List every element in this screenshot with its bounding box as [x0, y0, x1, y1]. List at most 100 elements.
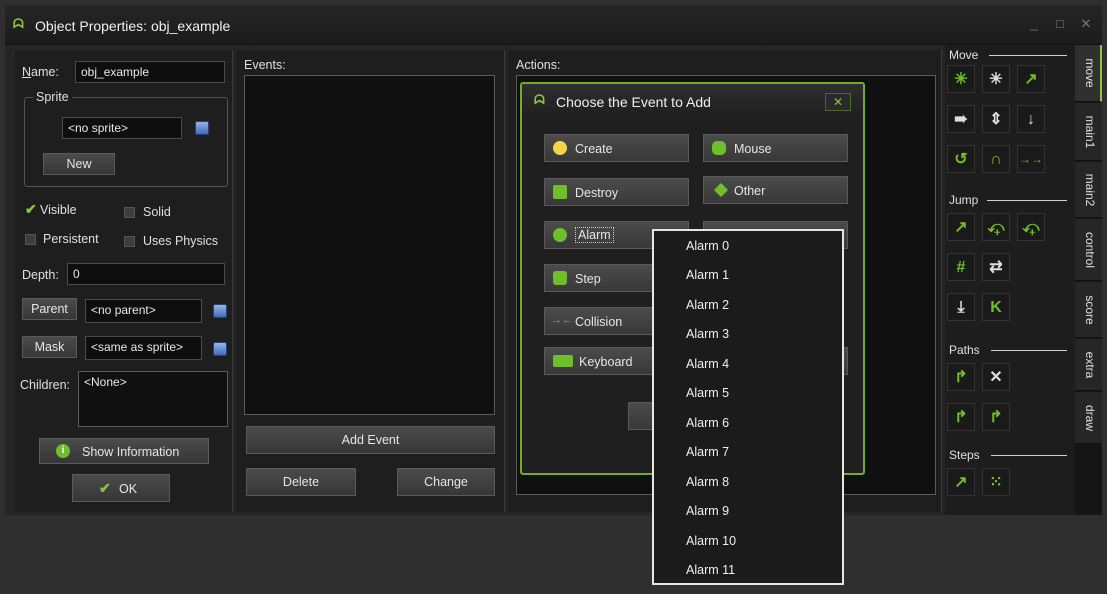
path-speed-icon[interactable]: ↱: [982, 403, 1010, 431]
gravity-icon[interactable]: ↓: [1017, 105, 1045, 133]
tab-control[interactable]: control: [1075, 219, 1102, 281]
uses-physics-label: Uses Physics: [143, 234, 219, 248]
app-logo-icon: ᗣ: [13, 16, 24, 31]
reverse-horizontal-icon[interactable]: ↺: [947, 145, 975, 173]
name-input[interactable]: obj_example: [75, 61, 225, 83]
persistent-label: Persistent: [43, 232, 99, 246]
destroy-event-button[interactable]: Destroy: [544, 178, 689, 206]
path-position-icon[interactable]: ↱: [947, 403, 975, 431]
tab-main2[interactable]: main2: [1075, 162, 1102, 218]
set-path-icon[interactable]: ↱: [947, 363, 975, 391]
tab-extra-label: extra: [1083, 351, 1097, 378]
alarm-menu-item[interactable]: Alarm 1: [686, 268, 729, 282]
mouse-event-button[interactable]: Mouse: [703, 134, 848, 162]
jump-to-start-icon[interactable]: ⤽: [982, 213, 1010, 241]
change-event-button[interactable]: Change: [397, 468, 495, 496]
step-label: Step: [575, 272, 601, 286]
parent-picker-icon[interactable]: [213, 304, 227, 318]
speed-vertical-icon[interactable]: ⇕: [982, 105, 1010, 133]
new-sprite-button[interactable]: New: [43, 153, 115, 175]
uses-physics-checkbox[interactable]: [124, 236, 135, 247]
alarm-menu-item[interactable]: Alarm 8: [686, 475, 729, 489]
keyboard-icon: [553, 355, 573, 367]
end-path-icon[interactable]: ✕: [982, 363, 1010, 391]
add-event-button[interactable]: Add Event: [246, 426, 495, 454]
move-towards-icon[interactable]: ↗: [1017, 65, 1045, 93]
parent-button[interactable]: Parent: [22, 298, 77, 320]
alarm-menu-item[interactable]: Alarm 7: [686, 445, 729, 459]
show-information-button[interactable]: i Show Information: [39, 438, 209, 464]
properties-panel: Name: obj_example Sprite <no sprite> New…: [15, 50, 233, 512]
step-towards-icon[interactable]: ↗: [947, 468, 975, 496]
alarm-menu-item[interactable]: Alarm 2: [686, 298, 729, 312]
align-to-grid-icon[interactable]: #: [947, 253, 975, 281]
alarm-menu-item[interactable]: Alarm 9: [686, 504, 729, 518]
tab-main2-label: main2: [1083, 173, 1097, 206]
sprite-field[interactable]: <no sprite>: [62, 117, 182, 139]
alarm-menu-item[interactable]: Alarm 0: [686, 239, 729, 253]
friction-icon[interactable]: →→: [1017, 145, 1045, 173]
tab-main1[interactable]: main1: [1075, 103, 1102, 161]
tab-extra[interactable]: extra: [1075, 339, 1102, 391]
action-tabs: move main1 main2 control score extra dra…: [1075, 45, 1102, 515]
step-avoiding-icon[interactable]: ⁙: [982, 468, 1010, 496]
children-list[interactable]: <None>: [78, 371, 228, 427]
parent-field[interactable]: <no parent>: [85, 299, 202, 323]
mask-button[interactable]: Mask: [22, 336, 77, 358]
solid-checkbox[interactable]: [124, 207, 135, 218]
mask-picker-icon[interactable]: [213, 342, 227, 356]
dialog-title: Choose the Event to Add: [556, 94, 711, 110]
steps-section-label: Steps: [949, 448, 980, 462]
collision-arrows-icon: →←: [551, 314, 573, 326]
destroy-label: Destroy: [575, 186, 619, 200]
lightbulb-icon: [553, 141, 567, 155]
events-list[interactable]: [244, 75, 495, 415]
persistent-checkbox[interactable]: [25, 234, 36, 245]
depth-input[interactable]: 0: [67, 263, 225, 285]
tab-control-label: control: [1083, 231, 1097, 268]
window-title: Object Properties: obj_example: [35, 18, 231, 34]
reverse-vertical-icon[interactable]: ∩: [982, 145, 1010, 173]
move-free-icon[interactable]: ✳: [982, 65, 1010, 93]
sprite-picker-icon[interactable]: [195, 121, 209, 135]
create-event-button[interactable]: Create: [544, 134, 689, 162]
alarm-menu-item[interactable]: Alarm 4: [686, 357, 729, 371]
alarm-menu-item[interactable]: Alarm 6: [686, 416, 729, 430]
alarm-menu-item[interactable]: Alarm 5: [686, 386, 729, 400]
wrap-screen-icon[interactable]: ⇄: [982, 253, 1010, 281]
other-event-button[interactable]: Other: [703, 176, 848, 204]
actions-label: Actions:: [516, 58, 561, 72]
jump-section-label: Jump: [949, 193, 979, 207]
dialog-title-bar: ᗣ Choose the Event to Add ✕: [522, 84, 863, 116]
action-library-panel: Move ✳ ✳ ↗ ➠ ⇕ ↓ ↺ ∩ →→ Jump ↗ ⤽ ⤽ # ⇄ ⤓…: [945, 45, 1075, 515]
window-controls: _ □ ✕: [1026, 17, 1094, 31]
jump-to-position-icon[interactable]: ↗: [947, 213, 975, 241]
visible-checkbox[interactable]: ✔: [25, 201, 37, 218]
move-fixed-icon[interactable]: ✳: [947, 65, 975, 93]
mask-field[interactable]: <same as sprite>: [85, 336, 202, 360]
paths-section-label: Paths: [949, 343, 980, 357]
clock-icon: [553, 228, 567, 242]
show-information-label: Show Information: [82, 445, 180, 459]
ok-label: OK: [119, 482, 138, 496]
screen: ᗣ Object Properties: obj_example _ □ ✕ N…: [0, 0, 1107, 594]
maximize-button[interactable]: □: [1052, 17, 1068, 31]
ok-button[interactable]: ✔ OK: [72, 474, 170, 502]
delete-event-button[interactable]: Delete: [246, 468, 356, 496]
move-to-contact-icon[interactable]: ⤓: [947, 293, 975, 321]
speed-horizontal-icon[interactable]: ➠: [947, 105, 975, 133]
close-button[interactable]: ✕: [1078, 17, 1094, 31]
steps-section-divider: [991, 455, 1067, 456]
jump-to-random-icon[interactable]: ⤽: [1017, 213, 1045, 241]
sprite-group: Sprite <no sprite> New: [24, 90, 228, 187]
dialog-close-button[interactable]: ✕: [825, 93, 851, 111]
minimize-button[interactable]: _: [1026, 17, 1042, 31]
tab-draw[interactable]: draw: [1075, 392, 1102, 444]
destroy-icon: [553, 185, 567, 199]
alarm-menu-item[interactable]: Alarm 3: [686, 327, 729, 341]
bounce-icon[interactable]: K: [982, 293, 1010, 321]
alarm-menu-item[interactable]: Alarm 10: [686, 534, 736, 548]
tab-move[interactable]: move: [1075, 45, 1102, 102]
alarm-menu-item[interactable]: Alarm 11: [686, 563, 735, 577]
tab-score[interactable]: score: [1075, 282, 1102, 338]
